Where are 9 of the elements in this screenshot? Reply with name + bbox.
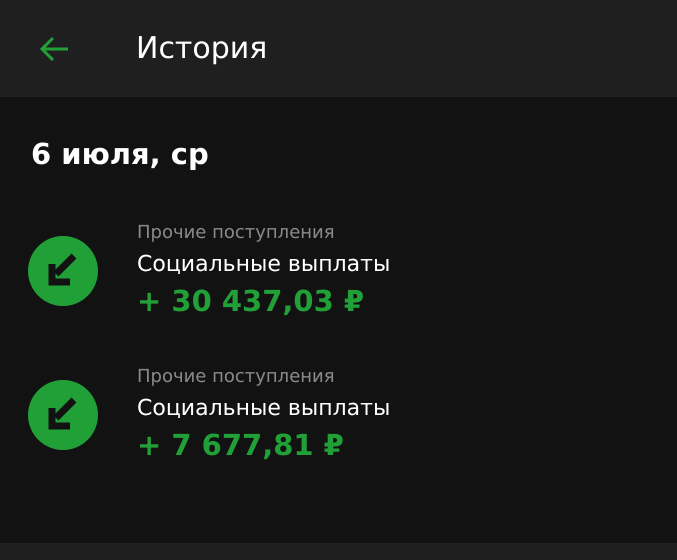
- operation-category: Прочие поступления: [137, 220, 336, 244]
- operation-category: Прочие поступления: [137, 364, 336, 388]
- page-title: История: [136, 30, 268, 68]
- back-icon: [38, 34, 70, 62]
- operation-title: Социальные выплаты: [137, 394, 390, 422]
- operation-amount: + 7 677,81 ₽: [137, 426, 345, 464]
- date-heading: 6 июля, ср: [31, 136, 210, 173]
- operation-amount: + 30 437,03 ₽: [137, 282, 366, 320]
- operation-title: Социальные выплаты: [137, 250, 390, 278]
